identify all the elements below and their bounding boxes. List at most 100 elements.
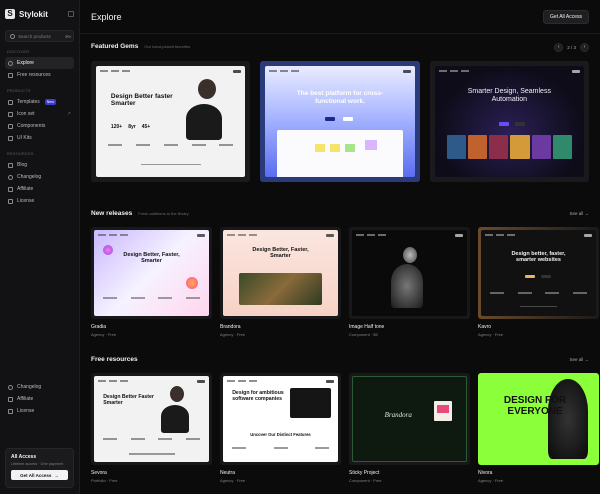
sidebar-item-label: License [17, 408, 35, 414]
pager-count: 2 / 3 [567, 45, 576, 50]
sidebar-item-label: Free resources [17, 72, 51, 78]
see-all-label: See all [569, 357, 584, 362]
chevron-right-icon[interactable]: › [580, 43, 589, 52]
template-thumbnail [352, 230, 467, 316]
sidebar-item-icon-set[interactable]: Icon set ↗ [5, 108, 74, 120]
main-content: Explore Get All Access Featured Gems Our… [80, 0, 600, 494]
sidebar-item-label: Components [17, 123, 46, 129]
sidebar-item-label: Blog [17, 162, 28, 168]
sidebar-item-changelog[interactable]: Changelog [5, 171, 74, 183]
brand-name: Stylokit [19, 9, 48, 19]
template-headline: Design Better, Faster, Smarter [252, 247, 309, 260]
template-card-kavro[interactable]: Design better, faster, smarter websites … [478, 227, 599, 337]
access-title: All Access [11, 454, 37, 460]
new-releases-title: New releases [91, 210, 133, 217]
resource-meta: Agency · Free [478, 478, 504, 483]
free-resources-title: Free resources [91, 356, 138, 363]
featured-subtitle: Our hand-picked favorites [144, 44, 191, 49]
resource-card-neutra[interactable]: Design for ambitious software companies … [220, 373, 341, 483]
get-all-access-sidebar-button[interactable]: Get All Access → [11, 470, 68, 480]
search-icon [10, 33, 15, 39]
resource-headline: Design Better Faster Smarter [103, 393, 154, 406]
stat-value: 120+ [110, 123, 123, 130]
sidebar-item-blog[interactable]: Blog [5, 159, 74, 171]
new-releases-subtitle: Fresh additions to the library [138, 211, 189, 216]
sidebar-item-label: Affiliate [17, 396, 34, 402]
sidebar-collapse-icon[interactable] [68, 11, 74, 17]
resource-card-nivora[interactable]: DESIGN FOR EVERYONE Nivora Agency · Free [478, 373, 599, 483]
sidebar-item-templates[interactable]: Templates New [5, 96, 74, 108]
template-meta: Agency · Free [478, 332, 504, 337]
template-thumbnail: Design Better, Faster, Smarter [94, 230, 209, 316]
chevron-left-icon[interactable]: ‹ [554, 43, 564, 52]
featured-card[interactable]: Smarter Design, Seamless Automation [429, 61, 589, 182]
template-card-gradia[interactable]: Design Better, Faster, Smarter Gradia Ag… [91, 227, 212, 337]
app-root: S Stylokit ⌘K DISCOVER Explore Free reso… [0, 0, 600, 494]
search-input[interactable] [18, 33, 62, 39]
template-thumbnail: Design better, faster, smarter websites [481, 230, 596, 316]
external-link-icon: ↗ [66, 111, 71, 117]
arrow-right-icon: → [584, 357, 590, 362]
changelog-icon [8, 384, 13, 390]
all-access-card: All Access Lifetime access · One payment… [5, 448, 74, 488]
new-releases-see-all-link[interactable]: See all → [569, 211, 589, 216]
compass-icon [8, 60, 13, 66]
resource-headline: DESIGN FOR EVERYONE [503, 394, 567, 417]
sidebar-bottom-affiliate[interactable]: Affiliate [5, 393, 74, 405]
template-name: Kavro [478, 324, 492, 330]
grid-icon [8, 111, 13, 117]
template-card-brandora[interactable]: Design Better, Faster, Smarter Brandora … [220, 227, 341, 337]
template-name: Brandora [220, 324, 241, 330]
template-name: Gradia [91, 324, 107, 330]
resource-section-heading: Uncover Our Distinct Features [250, 431, 311, 437]
sidebar-item-label: Affiliate [17, 186, 34, 192]
license-icon [8, 198, 13, 204]
resource-meta: Portfolio · Free [91, 478, 118, 483]
arrow-right-icon: → [54, 472, 59, 478]
sidebar-item-ui-kits[interactable]: UI Kits [5, 132, 74, 144]
sidebar-bottom-changelog[interactable]: Changelog [5, 381, 74, 393]
resource-thumbnail: DESIGN FOR EVERYONE [481, 376, 596, 462]
sidebar-item-license[interactable]: License [5, 195, 74, 207]
search-box[interactable]: ⌘K [5, 30, 74, 42]
layers-icon [8, 135, 13, 141]
featured-thumbnail: Smarter Design, Seamless Automation [434, 66, 584, 177]
resources-label: RESOURCES [7, 152, 34, 156]
featured-card[interactable]: The best platform for cross-functional w… [260, 61, 420, 182]
resource-card-sticky-project[interactable]: Brandora Sticky Project Component · Free [349, 373, 470, 483]
resource-name: Nivora [478, 470, 493, 476]
sidebar-item-label: UI Kits [17, 135, 32, 141]
affiliate-icon [8, 186, 13, 192]
sidebar-item-affiliate[interactable]: Affiliate [5, 183, 74, 195]
sidebar-item-explore[interactable]: Explore [5, 57, 74, 69]
resource-meta: Agency · Free [220, 478, 246, 483]
template-name: Image Half tone [349, 324, 385, 330]
sidebar-bottom-nav: Changelog Affiliate License [5, 381, 74, 417]
resource-name: Sticky Project [349, 470, 380, 476]
template-icon [8, 99, 13, 105]
template-card-image-half-tone[interactable]: Image Half tone Component · $5 [349, 227, 470, 337]
resource-card-sevora[interactable]: Design Better Faster Smarter Sevora Port… [91, 373, 212, 483]
logo-icon: S [5, 9, 15, 19]
page-title: Explore [91, 11, 122, 22]
free-resources-section: Free resources See all → Design Better F… [80, 356, 600, 483]
resource-headline: Design for ambitious software companies [232, 390, 284, 403]
resource-headline: Brandora [384, 411, 412, 420]
resource-thumbnail: Design Better Faster Smarter [94, 376, 209, 462]
featured-pager: ‹ 2 / 3 › [554, 43, 589, 52]
sidebar-item-free-resources[interactable]: Free resources [5, 69, 74, 81]
featured-headline: Smarter Design, Seamless Automation [467, 88, 551, 103]
get-all-access-button[interactable]: Get All Access [543, 9, 589, 24]
featured-card[interactable]: Design Better faster Smarter 120+ 8yr 45… [91, 61, 251, 182]
brand[interactable]: S Stylokit [5, 8, 74, 20]
see-all-label: See all [569, 211, 584, 216]
new-releases-section: New releases Fresh additions to the libr… [80, 210, 600, 337]
sidebar-bottom-license[interactable]: License [5, 405, 74, 417]
sidebar-item-components[interactable]: Components [5, 120, 74, 132]
template-meta: Agency · Free [91, 332, 117, 337]
sidebar-item-label: License [17, 198, 35, 204]
new-badge: New [44, 99, 56, 105]
license-icon [8, 408, 13, 414]
free-resources-see-all-link[interactable]: See all → [569, 357, 589, 362]
gift-icon [8, 72, 13, 78]
